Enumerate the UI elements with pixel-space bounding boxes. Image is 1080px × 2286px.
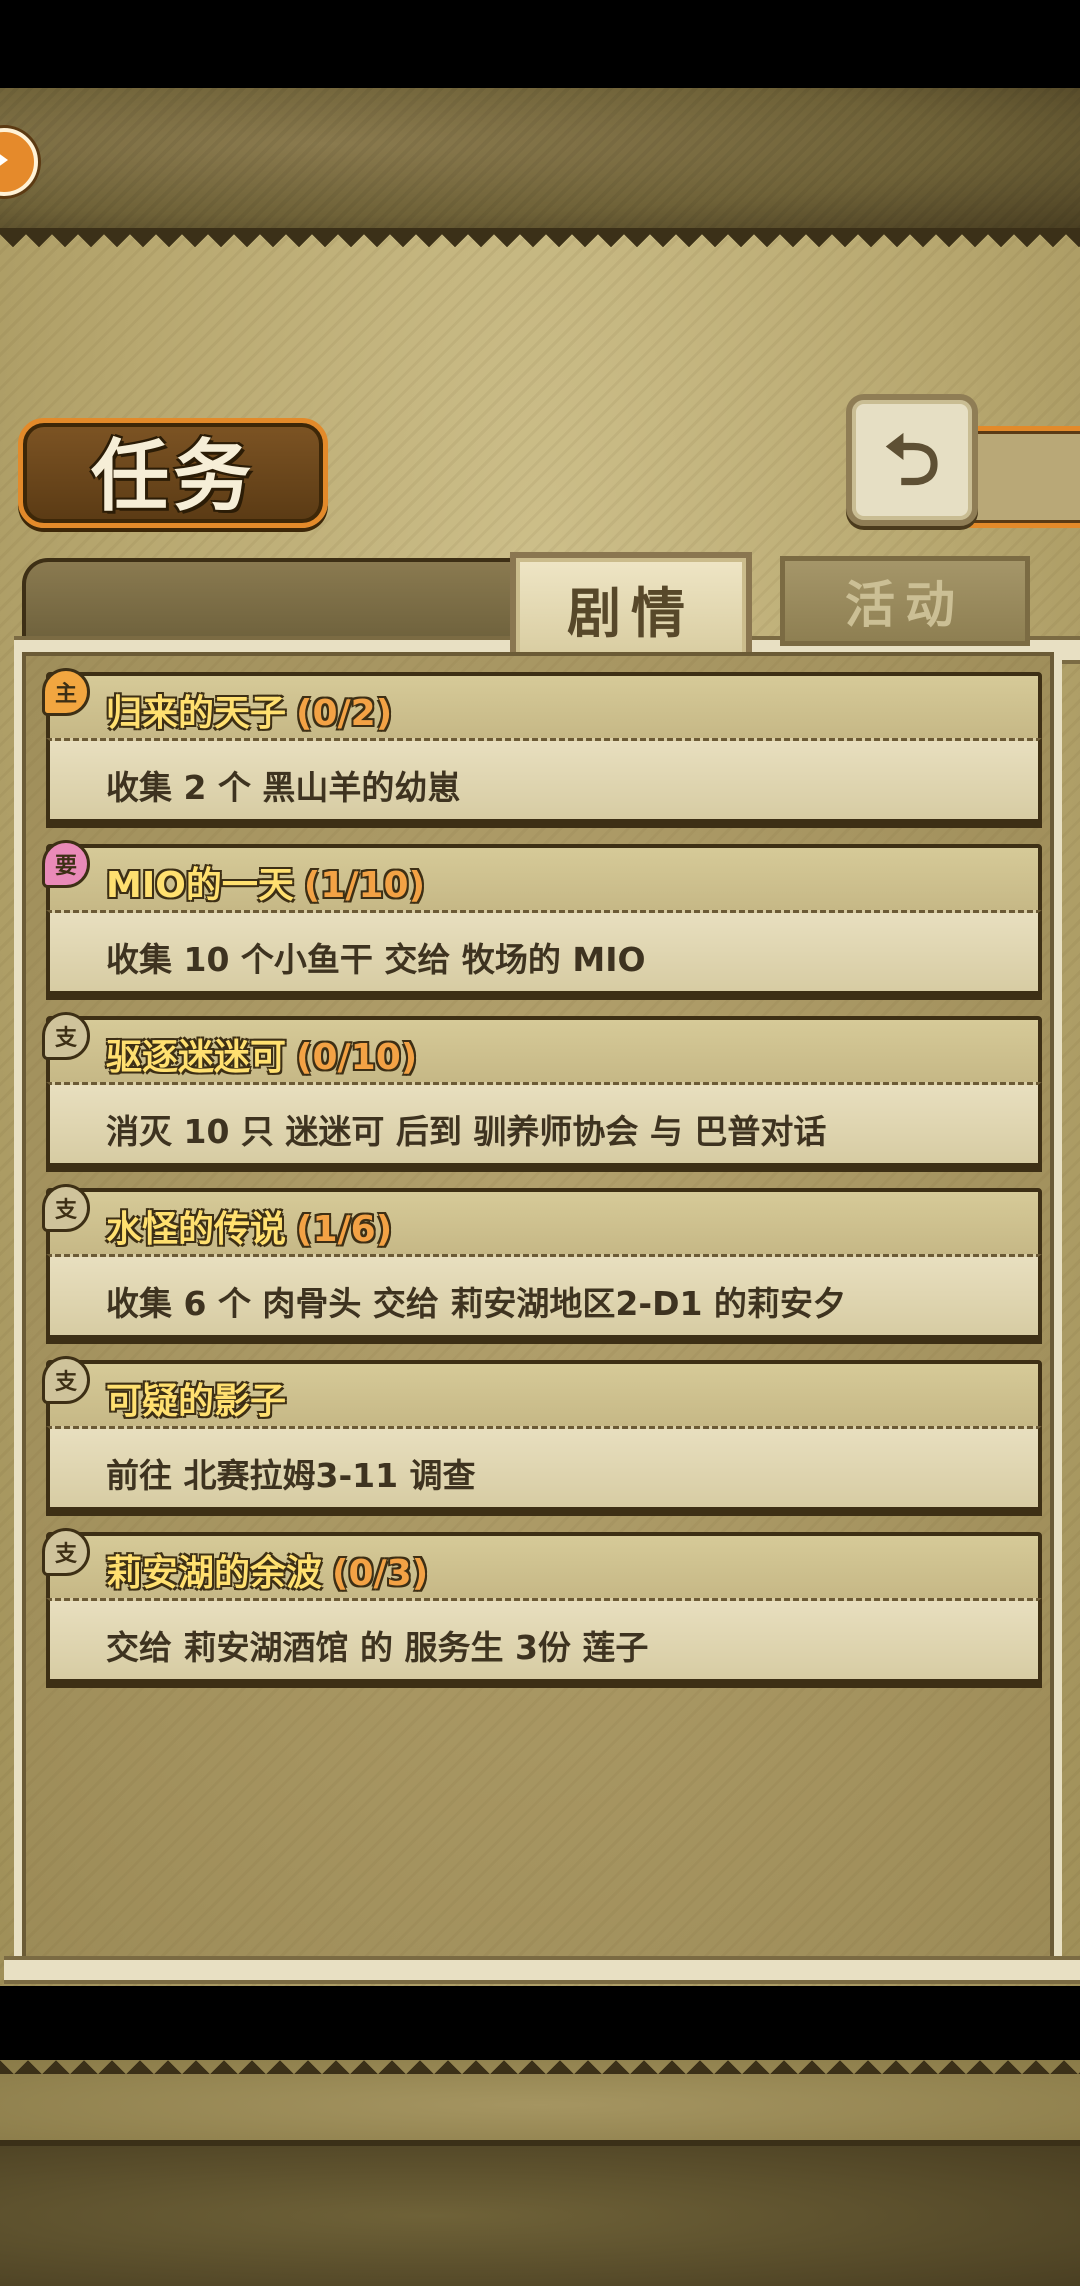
quest-progress: (1/6) (296, 1209, 393, 1250)
quest-title-line: 驱逐迷迷可 (0/10) (106, 1028, 417, 1080)
page-title: 任务 (90, 431, 255, 522)
quest-type-label: 主 (54, 682, 77, 707)
quest-progress: (0/10) (296, 1037, 418, 1078)
bottom-dark-strip (0, 2140, 1080, 2286)
quest-type-label: 支 (54, 1542, 77, 1567)
quest-type-icon: 支 (42, 1528, 90, 1576)
quest-type-label: 要 (54, 854, 77, 879)
quest-type-label: 支 (54, 1026, 77, 1051)
quest-progress: (0/3) (332, 1553, 429, 1594)
quest-body: 交给 莉安湖酒馆 的 服务生 3份 莲子 (46, 1598, 1042, 1683)
quest-progress: (1/10) (303, 865, 426, 906)
quest-header: 支 水怪的传说 (1/6) (42, 1184, 1042, 1258)
quest-body: 收集 2 个 黑山羊的幼崽 (46, 738, 1042, 823)
panel-bottom-edge (0, 2046, 1080, 2074)
status-bar (0, 0, 1080, 88)
tab-events[interactable]: 活动 (780, 556, 1030, 646)
quest-title: 可疑的影子 (106, 1381, 287, 1422)
quest-type-icon: 支 (42, 1184, 90, 1232)
quest-description: 交给 莉安湖酒馆 的 服务生 3份 莲子 (106, 1628, 649, 1667)
quest-item[interactable]: 支 驱逐迷迷可 (0/10) 消灭 10 只 迷迷可 后到 驯养师协会 与 巴普对… (42, 1012, 1042, 1167)
quest-type-icon: 支 (42, 1356, 90, 1404)
tab-story[interactable]: 剧情 (510, 552, 752, 664)
tab-events-label: 活动 (845, 576, 965, 634)
quest-type-label: 支 (54, 1370, 77, 1395)
return-arrow-icon: ⮌ (883, 419, 941, 501)
tab-story-label: 剧情 (567, 581, 695, 645)
quest-header: 要 MIO的一天 (1/10) (42, 840, 1042, 914)
quest-title: 水怪的传说 (106, 1209, 287, 1250)
top-map-strip (0, 88, 1080, 234)
quest-description: 前往 北赛拉姆3-11 调查 (106, 1456, 476, 1495)
quest-body: 前往 北赛拉姆3-11 调查 (46, 1426, 1042, 1511)
quest-description: 消灭 10 只 迷迷可 后到 驯养师协会 与 巴普对话 (106, 1112, 827, 1151)
tab-bar-background (22, 558, 520, 642)
quest-description: 收集 6 个 肉骨头 交给 莉安湖地区2-D1 的莉安夕 (106, 1284, 846, 1323)
quest-title: MIO的一天 (106, 865, 294, 906)
quest-title-line: MIO的一天 (1/10) (106, 856, 425, 908)
quest-title-line: 莉安湖的余波 (0/3) (106, 1544, 428, 1596)
quest-item[interactable]: 主 归来的天子 (0/2) 收集 2 个 黑山羊的幼崽 (42, 668, 1042, 823)
quest-item[interactable]: 要 MIO的一天 (1/10) 收集 10 个小鱼干 交给 牧场的 MIO (42, 840, 1042, 995)
quest-type-icon: 支 (42, 1012, 90, 1060)
quest-body: 收集 10 个小鱼干 交给 牧场的 MIO (46, 910, 1042, 995)
quest-description: 收集 10 个小鱼干 交给 牧场的 MIO (106, 940, 646, 979)
quest-type-label: 支 (54, 1198, 77, 1223)
title-badge: 任务 (18, 418, 328, 528)
list-bottom-rail (4, 1956, 1080, 1984)
quest-title: 驱逐迷迷可 (106, 1037, 287, 1078)
quest-body: 收集 6 个 肉骨头 交给 莉安湖地区2-D1 的莉安夕 (46, 1254, 1042, 1339)
quest-header: 支 驱逐迷迷可 (0/10) (42, 1012, 1042, 1086)
quest-header: 主 归来的天子 (0/2) (42, 668, 1042, 742)
quest-type-icon: 主 (42, 668, 90, 716)
quest-title-line: 水怪的传说 (1/6) (106, 1200, 392, 1252)
return-button[interactable]: ⮌ (846, 394, 978, 526)
quest-title: 莉安湖的余波 (106, 1553, 323, 1594)
quest-description: 收集 2 个 黑山羊的幼崽 (106, 768, 461, 807)
quest-title: 归来的天子 (106, 693, 287, 734)
quest-type-icon: 要 (42, 840, 90, 888)
quest-title-line: 归来的天子 (0/2) (106, 684, 392, 736)
quest-item[interactable]: 支 水怪的传说 (1/6) 收集 6 个 肉骨头 交给 莉安湖地区2-D1 的莉安… (42, 1184, 1042, 1339)
quest-body: 消灭 10 只 迷迷可 后到 驯养师协会 与 巴普对话 (46, 1082, 1042, 1167)
quest-header: 支 可疑的影子 (42, 1356, 1042, 1430)
quest-progress: (0/2) (296, 693, 393, 734)
panel-top-edge (0, 234, 1080, 260)
quest-item[interactable]: 支 莉安湖的余波 (0/3) 交给 莉安湖酒馆 的 服务生 3份 莲子 (42, 1528, 1042, 1683)
quest-item[interactable]: 支 可疑的影子 前往 北赛拉姆3-11 调查 (42, 1356, 1042, 1511)
quest-title-line: 可疑的影子 (106, 1372, 296, 1424)
quest-header: 支 莉安湖的余波 (0/3) (42, 1528, 1042, 1602)
